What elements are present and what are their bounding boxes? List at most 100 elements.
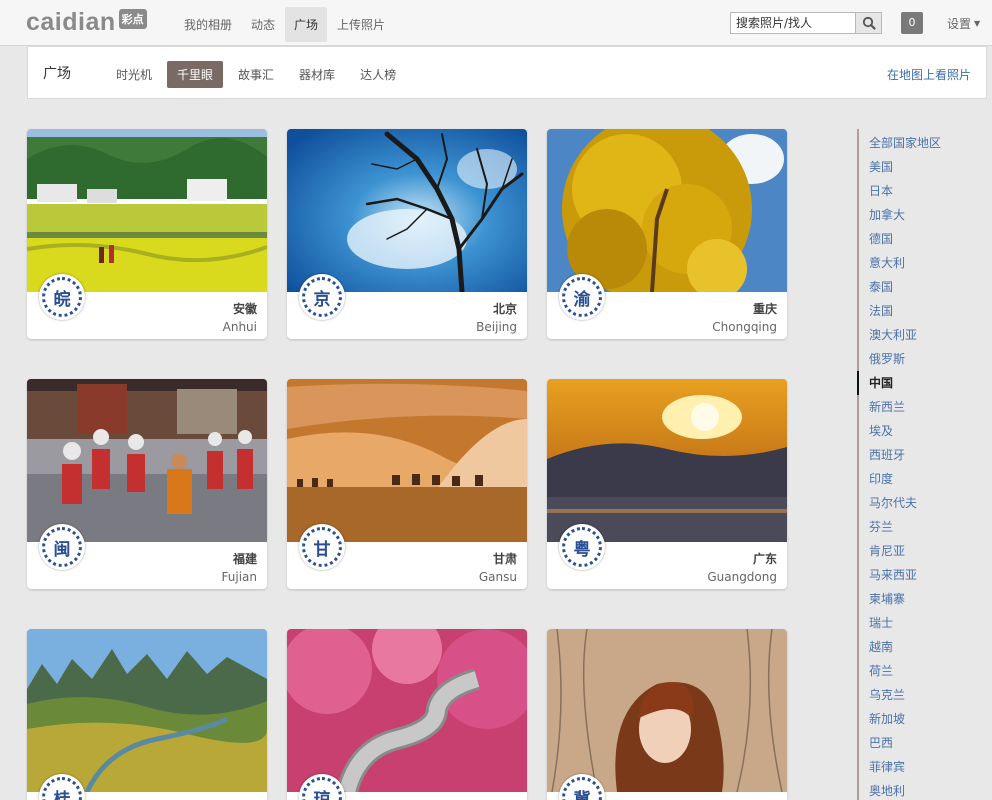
country-item-ukraine[interactable]: 乌克兰 [857, 683, 990, 707]
country-item-brazil[interactable]: 巴西 [857, 731, 990, 755]
province-photo [547, 129, 787, 292]
seal-char: 皖 [42, 277, 82, 317]
province-photo [547, 379, 787, 542]
province-seal: 京 [299, 274, 345, 320]
province-card[interactable]: 皖 安徽 Anhui [27, 129, 267, 339]
country-item-cambodia[interactable]: 柬埔寨 [857, 587, 990, 611]
country-item-germany[interactable]: 德国 [857, 227, 990, 251]
seal-char: 甘 [302, 527, 342, 567]
country-item-all[interactable]: 全部国家地区 [857, 131, 990, 155]
province-photo [27, 129, 267, 292]
caidian-logo[interactable]: caidian 彩点 [26, 7, 147, 36]
plaza-subbar: 广场 时光机 千里眼 故事汇 器材库 达人榜 在地图上看照片 [27, 46, 987, 99]
province-card[interactable]: 琼 [287, 629, 527, 800]
country-item-switzerland[interactable]: 瑞士 [857, 611, 990, 635]
province-photo [287, 129, 527, 292]
province-name-cn: 广东 [752, 552, 777, 566]
view-on-map-link[interactable]: 在地图上看照片 [887, 66, 971, 83]
country-item-spain[interactable]: 西班牙 [857, 443, 990, 467]
country-item-kenya[interactable]: 肯尼亚 [857, 539, 990, 563]
province-seal: 粤 [559, 524, 605, 570]
province-photo [547, 629, 787, 792]
province-card[interactable]: 闽 福建 Fujian [27, 379, 267, 589]
province-card[interactable]: 渝 重庆 Chongqing [547, 129, 787, 339]
seal-char: 粤 [562, 527, 602, 567]
province-card[interactable]: 桂 [27, 629, 267, 800]
country-item-egypt[interactable]: 埃及 [857, 419, 990, 443]
province-name-en: Beijing [476, 320, 517, 334]
province-photo [27, 629, 267, 792]
province-name-cn: 北京 [492, 302, 517, 316]
seal-char: 京 [302, 277, 342, 317]
province-photo [287, 629, 527, 792]
seal-char: 冀 [562, 777, 602, 800]
search-icon [862, 16, 876, 30]
search-button[interactable] [855, 13, 881, 33]
country-item-thailand[interactable]: 泰国 [857, 275, 990, 299]
province-name-en: Fujian [221, 570, 257, 584]
notification-badge[interactable]: 0 [901, 12, 923, 34]
province-card[interactable]: 粤 广东 Guangdong [547, 379, 787, 589]
caret-down-icon: ▼ [974, 19, 981, 28]
tab-rankings[interactable]: 达人榜 [350, 61, 406, 88]
page-title: 广场 [43, 66, 71, 82]
country-item-singapore[interactable]: 新加坡 [857, 707, 990, 731]
province-photo [287, 379, 527, 542]
province-name-en: Gansu [478, 570, 517, 584]
seal-char: 闽 [42, 527, 82, 567]
country-item-austria[interactable]: 奥地利 [857, 779, 990, 800]
province-name-cn: 重庆 [752, 302, 777, 316]
settings-label: 设置 [947, 17, 972, 31]
country-item-japan[interactable]: 日本 [857, 179, 990, 203]
province-name-cn: 福建 [232, 552, 257, 566]
country-item-india[interactable]: 印度 [857, 467, 990, 491]
province-name-en: Guangdong [707, 570, 777, 584]
province-seal: 甘 [299, 524, 345, 570]
province-name-cn: 甘肃 [492, 552, 517, 566]
province-name-en: Anhui [222, 320, 257, 334]
country-item-usa[interactable]: 美国 [857, 155, 990, 179]
country-item-maldives[interactable]: 马尔代夫 [857, 491, 990, 515]
country-item-canada[interactable]: 加拿大 [857, 203, 990, 227]
country-item-finland[interactable]: 芬兰 [857, 515, 990, 539]
country-filter-list: 全部国家地区 美国 日本 加拿大 德国 意大利 泰国 法国 澳大利亚 俄罗斯 中… [857, 129, 992, 800]
country-item-china[interactable]: 中国 [857, 371, 990, 395]
province-card[interactable]: 京 北京 Beijing [287, 129, 527, 339]
nav-my-albums[interactable]: 我的相册 [175, 7, 241, 42]
seal-char: 渝 [562, 277, 602, 317]
province-name-cn: 安徽 [232, 302, 257, 316]
province-seal: 闽 [39, 524, 85, 570]
province-name-en: Chongqing [712, 320, 777, 334]
tab-time-machine[interactable]: 时光机 [106, 61, 162, 88]
nav-upload-photos[interactable]: 上传照片 [328, 7, 394, 42]
search-input[interactable] [731, 13, 855, 33]
logo-text: caidian [26, 7, 116, 36]
country-item-malaysia[interactable]: 马来西亚 [857, 563, 990, 587]
province-seal: 皖 [39, 274, 85, 320]
main-nav: 我的相册 动态 广场 上传照片 [175, 7, 395, 42]
country-item-vietnam[interactable]: 越南 [857, 635, 990, 659]
settings-menu[interactable]: 设置 ▼ [947, 15, 980, 32]
country-item-russia[interactable]: 俄罗斯 [857, 347, 990, 371]
country-item-philippines[interactable]: 菲律宾 [857, 755, 990, 779]
province-photo [27, 379, 267, 542]
search-box [730, 12, 882, 34]
seal-char: 桂 [42, 777, 82, 800]
seal-char: 琼 [302, 777, 342, 800]
province-card[interactable]: 甘 甘肃 Gansu [287, 379, 527, 589]
tab-far-sight[interactable]: 千里眼 [167, 61, 224, 88]
country-item-australia[interactable]: 澳大利亚 [857, 323, 990, 347]
country-item-new-zealand[interactable]: 新西兰 [857, 395, 990, 419]
tab-gear[interactable]: 器材库 [289, 61, 345, 88]
country-item-france[interactable]: 法国 [857, 299, 990, 323]
country-item-italy[interactable]: 意大利 [857, 251, 990, 275]
plaza-tabs: 时光机 千里眼 故事汇 器材库 达人榜 [106, 61, 411, 88]
top-bar: caidian 彩点 我的相册 动态 广场 上传照片 0 设置 ▼ [0, 0, 992, 46]
nav-plaza[interactable]: 广场 [285, 7, 328, 42]
nav-activity[interactable]: 动态 [242, 7, 284, 42]
tab-stories[interactable]: 故事汇 [228, 61, 284, 88]
country-item-netherlands[interactable]: 荷兰 [857, 659, 990, 683]
logo-badge: 彩点 [118, 9, 147, 29]
province-card[interactable]: 冀 [547, 629, 787, 800]
province-seal: 渝 [559, 274, 605, 320]
